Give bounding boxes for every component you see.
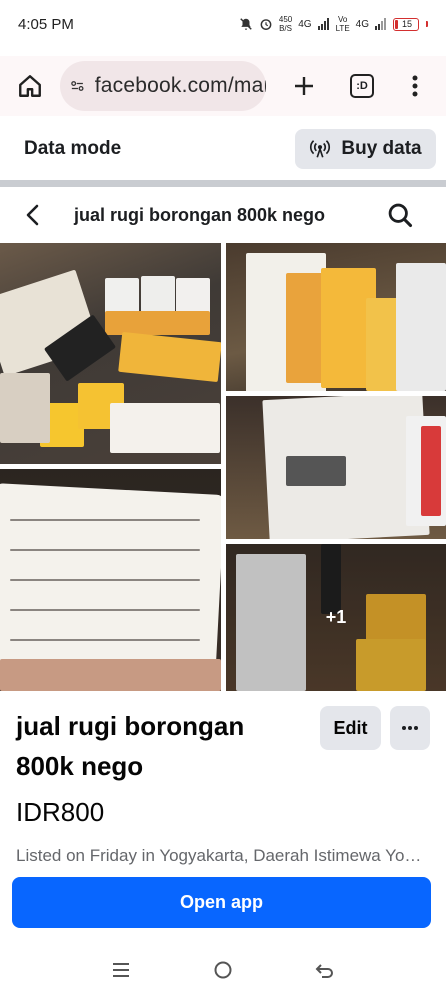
listing-photo-4[interactable] [226, 396, 446, 539]
status-icons: 450 B/S 4G Vo LTE 4G 15 [239, 15, 428, 33]
buy-data-label: Buy data [341, 138, 422, 159]
new-tab-button[interactable] [284, 66, 324, 106]
tab-switcher-button[interactable]: :D [342, 66, 382, 106]
listing-photo-3[interactable] [226, 243, 446, 391]
tab-count: :D [350, 74, 374, 98]
net-speed-value: 450 [278, 15, 293, 24]
data-mode-banner: Data mode Buy data [0, 120, 446, 178]
status-time: 4:05 PM [18, 15, 74, 33]
data-mode-label: Data mode [24, 138, 122, 159]
more-horizontal-icon [402, 726, 418, 730]
net-speed-unit: B/S [279, 24, 292, 33]
more-options-button[interactable] [390, 706, 430, 750]
more-vertical-icon [412, 75, 418, 97]
listing-price: IDR800 [16, 797, 105, 827]
plus-icon [295, 77, 313, 95]
listing-photo-1[interactable] [0, 243, 221, 464]
system-nav-bar [0, 948, 446, 992]
battery-fill [395, 19, 398, 29]
battery-level: 15 [402, 19, 413, 29]
net-speed: 450 B/S [279, 15, 292, 33]
recent-apps-button[interactable] [101, 950, 141, 990]
url-text: facebook.com/marketplace [94, 74, 266, 97]
volte-badge: Vo LTE [336, 15, 350, 33]
home-button[interactable] [10, 66, 50, 106]
browser-menu-button[interactable] [400, 66, 430, 106]
battery-tip [426, 21, 428, 27]
back-nav-icon [315, 964, 333, 978]
back-button[interactable] [18, 201, 46, 229]
signal-icon [317, 18, 330, 30]
network-type-1: 4G [298, 18, 312, 30]
broadcast-icon [310, 140, 331, 158]
back-arrow-icon [26, 204, 39, 226]
edit-button[interactable]: Edit [320, 706, 381, 750]
menu-lines-icon [113, 963, 129, 977]
listing-photo-5[interactable]: +1 [226, 544, 446, 691]
open-app-button[interactable]: Open app [12, 877, 431, 928]
volte-bottom: LTE [335, 24, 350, 33]
volte-top: Vo [337, 15, 348, 24]
signal-icon-2 [375, 18, 387, 30]
listing-meta: Listed on Friday in Yogyakarta, Daerah I… [16, 846, 426, 865]
listing-photo-2[interactable] [0, 469, 221, 691]
edit-label: Edit [333, 717, 368, 738]
battery-icon: 15 [393, 17, 419, 31]
network-type-2: 4G [355, 18, 369, 30]
site-settings-icon[interactable] [70, 75, 85, 97]
browser-toolbar: facebook.com/marketplace :D [0, 56, 446, 116]
mute-icon [239, 17, 253, 31]
back-nav-button[interactable] [305, 950, 345, 990]
home-nav-button[interactable] [203, 950, 243, 990]
listing-title: jual rugi borongan 800k nego [16, 711, 245, 781]
listing-header: jual rugi borongan 800k nego [0, 188, 446, 242]
open-app-label: Open app [179, 892, 263, 912]
more-photos-count: +1 [325, 607, 347, 627]
buy-data-button[interactable]: Buy data [295, 129, 436, 169]
circle-home-icon [214, 961, 232, 979]
home-icon [19, 75, 41, 97]
more-photos-overlay[interactable]: +1 [226, 544, 446, 691]
alarm-icon [259, 17, 273, 31]
section-divider [0, 180, 446, 187]
search-button[interactable] [384, 199, 416, 231]
search-icon [388, 203, 413, 228]
photo-grid: +1 [0, 243, 446, 691]
page-title: jual rugi borongan 800k nego [74, 204, 326, 225]
address-bar[interactable]: facebook.com/marketplace [60, 61, 266, 111]
status-bar: 4:05 PM 450 B/S 4G Vo LTE 4G 15 [0, 0, 446, 48]
